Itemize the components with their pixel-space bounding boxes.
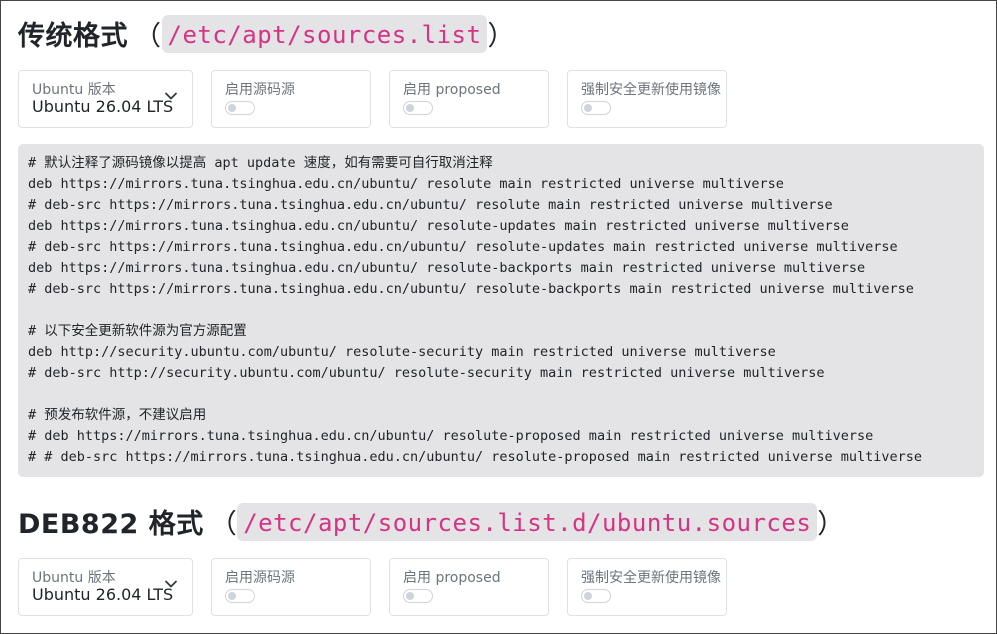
code-line: deb https://mirrors.tuna.tsinghua.edu.cn… (28, 260, 866, 276)
file-path: /etc/apt/sources.list.d/ubuntu.sources (237, 502, 818, 541)
proposed-switch[interactable] (403, 101, 433, 115)
paren-close: ） (817, 509, 845, 540)
file-path: /etc/apt/sources.list (161, 14, 488, 53)
sources-list-code-block[interactable]: # 默认注释了源码镜像以提高 apt update 速度，如有需要可自行取消注释… (18, 144, 984, 477)
options-bar-legacy: Ubuntu 版本 Ubuntu 26.04 LTS 启用源码源 启用 prop… (18, 70, 727, 128)
code-line: # deb https://mirrors.tuna.tsinghua.edu.… (28, 428, 874, 444)
source-code-switch[interactable] (225, 101, 255, 115)
ubuntu-version-label: Ubuntu 版本 (32, 570, 116, 586)
source-code-switch[interactable] (225, 589, 255, 603)
ubuntu-version-value: Ubuntu 26.04 LTS (32, 97, 174, 116)
switch-knob (584, 104, 592, 112)
switch-knob (406, 104, 414, 112)
paren-open: （ (209, 509, 238, 540)
proposed-label: 启用 proposed (403, 570, 501, 586)
code-line: # 预发布软件源，不建议启用 (28, 407, 207, 423)
code-line: # 以下安全更新软件源为官方源配置 (28, 323, 247, 339)
ubuntu-version-label: Ubuntu 版本 (32, 82, 116, 98)
chevron-down-icon (165, 580, 177, 588)
options-bar-deb822: Ubuntu 版本 Ubuntu 26.04 LTS 启用源码源 启用 prop… (18, 558, 727, 616)
proposed-toggle-box: 启用 proposed (389, 558, 549, 616)
section-title-text: DEB822 格式 (18, 509, 204, 540)
source-code-label: 启用源码源 (225, 82, 295, 98)
ubuntu-version-select[interactable]: Ubuntu 版本 Ubuntu 26.04 LTS (18, 70, 193, 128)
section-title-text: 传统格式 (18, 21, 128, 52)
code-line: deb http://security.ubuntu.com/ubuntu/ r… (28, 344, 776, 360)
source-code-toggle-box: 启用源码源 (211, 558, 371, 616)
code-line: # # deb-src https://mirrors.tuna.tsinghu… (28, 449, 923, 465)
security-mirror-label: 强制安全更新使用镜像 (581, 82, 721, 98)
security-mirror-toggle-box: 强制安全更新使用镜像 (567, 70, 727, 128)
code-line: # 默认注释了源码镜像以提高 apt update 速度，如有需要可自行取消注释 (28, 155, 493, 171)
switch-knob (228, 104, 236, 112)
security-mirror-label: 强制安全更新使用镜像 (581, 570, 721, 586)
code-line: # deb-src https://mirrors.tuna.tsinghua.… (28, 239, 898, 255)
source-code-label: 启用源码源 (225, 570, 295, 586)
code-line: deb https://mirrors.tuna.tsinghua.edu.cn… (28, 176, 784, 192)
section-title-deb822: DEB822 格式 （ /etc/apt/sources.list.d/ubun… (18, 502, 845, 541)
code-line: deb https://mirrors.tuna.tsinghua.edu.cn… (28, 218, 849, 234)
switch-knob (228, 592, 236, 600)
code-line: # deb-src https://mirrors.tuna.tsinghua.… (28, 281, 914, 297)
section-title-legacy: 传统格式 （ /etc/apt/sources.list ） (18, 14, 515, 53)
code-line: # deb-src https://mirrors.tuna.tsinghua.… (28, 197, 833, 213)
paren-open: （ (134, 21, 162, 52)
chevron-down-icon (165, 92, 177, 100)
proposed-switch[interactable] (403, 589, 433, 603)
security-mirror-switch[interactable] (581, 101, 611, 115)
switch-knob (584, 592, 592, 600)
source-code-toggle-box: 启用源码源 (211, 70, 371, 128)
proposed-toggle-box: 启用 proposed (389, 70, 549, 128)
proposed-label: 启用 proposed (403, 82, 501, 98)
code-line: # deb-src http://security.ubuntu.com/ubu… (28, 365, 825, 381)
paren-close: ） (487, 21, 515, 52)
switch-knob (406, 592, 414, 600)
ubuntu-version-value: Ubuntu 26.04 LTS (32, 585, 174, 604)
ubuntu-version-select[interactable]: Ubuntu 版本 Ubuntu 26.04 LTS (18, 558, 193, 616)
security-mirror-switch[interactable] (581, 589, 611, 603)
security-mirror-toggle-box: 强制安全更新使用镜像 (567, 558, 727, 616)
